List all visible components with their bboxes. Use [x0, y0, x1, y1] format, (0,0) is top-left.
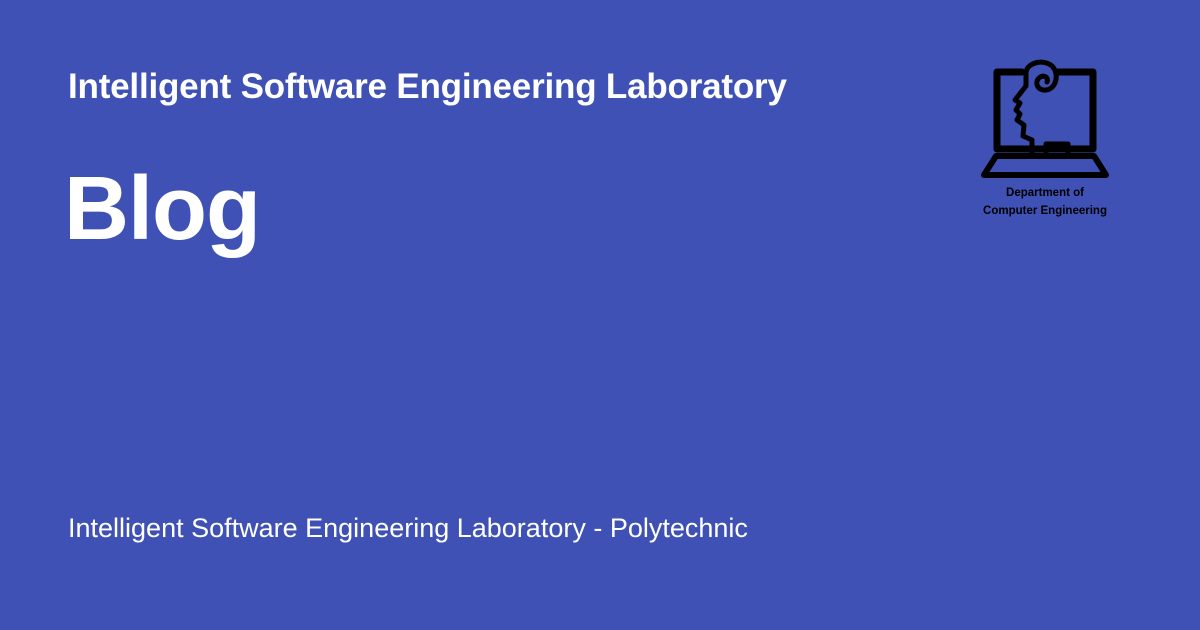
site-title: Intelligent Software Engineering Laborat…	[68, 67, 787, 106]
logo-line2: Computer Engineering	[983, 205, 1107, 217]
page-title: Blog	[64, 159, 261, 259]
department-logo: Department of Computer Engineering	[960, 56, 1130, 226]
og-card: Intelligent Software Engineering Laborat…	[0, 0, 1200, 630]
footer-text: Intelligent Software Engineering Laborat…	[68, 513, 748, 543]
computer-head-logo-icon	[981, 59, 1109, 178]
logo-line1: Department of	[1006, 187, 1084, 199]
